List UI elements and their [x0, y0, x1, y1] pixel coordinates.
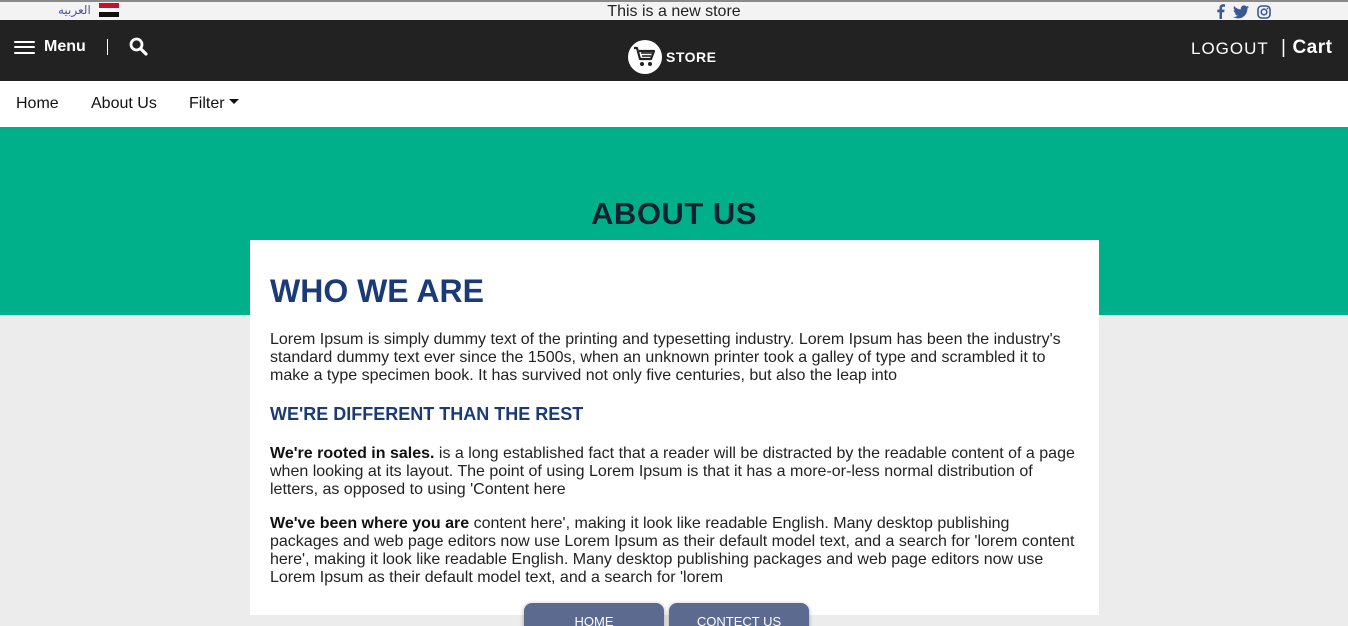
cart-logo-icon	[628, 40, 662, 74]
cart-label[interactable]: Cart	[1292, 37, 1332, 58]
caret-down-icon	[228, 99, 239, 105]
where-you-are-paragraph: We've been where you are content here', …	[270, 515, 1080, 587]
cart-button[interactable]: | Cart	[1281, 37, 1332, 59]
top-strip: العربيه This is a new store	[0, 0, 1348, 20]
twitter-icon[interactable]	[1233, 4, 1249, 19]
different-heading: WE'RE DIFFERENT THAN THE REST	[270, 404, 584, 424]
cart-separator: |	[1281, 37, 1287, 58]
where-you-are-bold: We've been where you are	[270, 515, 470, 532]
hamburger-icon[interactable]	[14, 40, 35, 54]
content-card: WHO WE ARE Lorem Ipsum is simply dummy t…	[250, 240, 1099, 615]
logout-button[interactable]: LOGOUT	[1191, 39, 1269, 59]
facebook-icon[interactable]	[1216, 4, 1225, 19]
who-we-are-text: Lorem Ipsum is simply dummy text of the …	[270, 331, 1061, 384]
bottom-home-button[interactable]: HOME	[524, 603, 664, 626]
divider	[107, 39, 108, 55]
nav-bar: Home About Us Filter	[0, 81, 1348, 127]
filter-label[interactable]: Filter	[189, 95, 225, 112]
menu-button[interactable]: Menu	[14, 38, 86, 56]
instagram-icon[interactable]	[1257, 4, 1271, 19]
rooted-in-sales-paragraph: We're rooted in sales. is a long establi…	[270, 445, 1080, 499]
menu-label[interactable]: Menu	[44, 38, 86, 56]
logo-text: STORE	[666, 49, 717, 65]
store-logo[interactable]: STORE	[628, 40, 716, 74]
who-we-are-heading: WHO WE ARE	[270, 273, 484, 309]
main-header: Menu STORE LOGOUT | Cart	[0, 20, 1348, 81]
search-icon[interactable]	[129, 37, 148, 61]
bottom-contact-button[interactable]: CONTECT US	[669, 603, 809, 626]
nav-item-about-us[interactable]: About Us	[91, 95, 157, 113]
rooted-in-sales-bold: We're rooted in sales.	[270, 445, 435, 462]
announcement-text: This is a new store	[607, 3, 741, 20]
page-title: ABOUT US	[591, 196, 757, 231]
social-links	[1216, 4, 1271, 19]
nav-item-home[interactable]: Home	[16, 95, 59, 113]
nav-item-filter[interactable]: Filter	[189, 95, 239, 113]
